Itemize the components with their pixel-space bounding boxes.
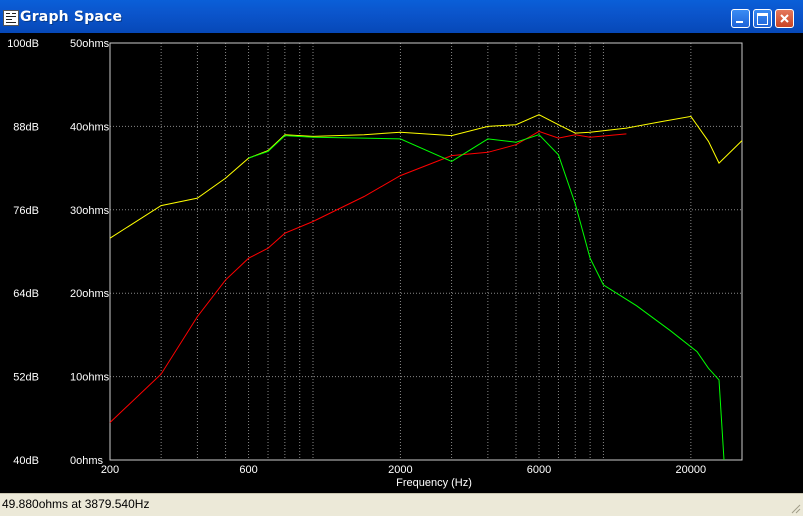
graph-area[interactable]: 40dB 0ohms 52dB 10ohms 64dB 20ohms 76dB 30ohms 8… (0, 33, 803, 493)
x-tick-label: 600 (239, 464, 257, 476)
x-tick-label: 6000 (527, 464, 551, 476)
grid (110, 43, 742, 460)
window-title: Graph Space (20, 9, 123, 25)
minimize-button[interactable] (731, 9, 750, 28)
y-tick-label-ohms: 30ohms (70, 205, 110, 217)
y-tick-label-db: 64dB (13, 288, 39, 300)
graph-app-icon[interactable] (3, 10, 19, 26)
maximize-icon (757, 13, 768, 25)
minimize-icon (736, 21, 743, 23)
x-tick-label: 200 (101, 464, 119, 476)
y-tick-label-ohms: 40ohms (70, 121, 110, 133)
title-bar[interactable]: Graph Space (0, 0, 803, 33)
y-tick-label-db: 88dB (13, 121, 39, 133)
close-button[interactable] (775, 9, 794, 28)
close-icon (780, 14, 789, 23)
y-tick-label-ohms: 20ohms (70, 288, 110, 300)
x-tick-label: 2000 (388, 464, 412, 476)
y-tick-label-db: 100dB (7, 38, 39, 50)
maximize-button[interactable] (753, 9, 772, 28)
x-tick-label: 20000 (676, 464, 707, 476)
series-line (109, 114, 743, 239)
frequency-response-chart[interactable]: 40dB 0ohms 52dB 10ohms 64dB 20ohms 76dB 30ohms 8… (0, 33, 803, 493)
series-layer (109, 114, 743, 461)
series-line (248, 134, 725, 461)
y-tick-label-db: 40dB (13, 455, 39, 467)
y-tick-label-db: 76dB (13, 205, 39, 217)
x-axis-title: Frequency (Hz) (396, 477, 472, 489)
y-tick-label-db: 52dB (13, 372, 39, 384)
y-axis-labels: 40dB 0ohms 52dB 10ohms 64dB 20ohms 76dB 30ohms 8… (7, 38, 109, 467)
x-axis-labels: 200 600 2000 6000 20000 (101, 464, 706, 476)
resize-grip-icon[interactable] (789, 502, 801, 514)
cursor-readout: 49.880ohms at 3879.540Hz (2, 497, 150, 511)
y-tick-label-ohms: 50ohms (70, 38, 110, 50)
plot-frame (109, 42, 743, 461)
y-tick-label-ohms: 10ohms (70, 372, 110, 384)
status-bar: 49.880ohms at 3879.540Hz (0, 493, 803, 516)
y-tick-label-ohms: 0ohms (70, 455, 104, 467)
series-line (109, 130, 627, 423)
